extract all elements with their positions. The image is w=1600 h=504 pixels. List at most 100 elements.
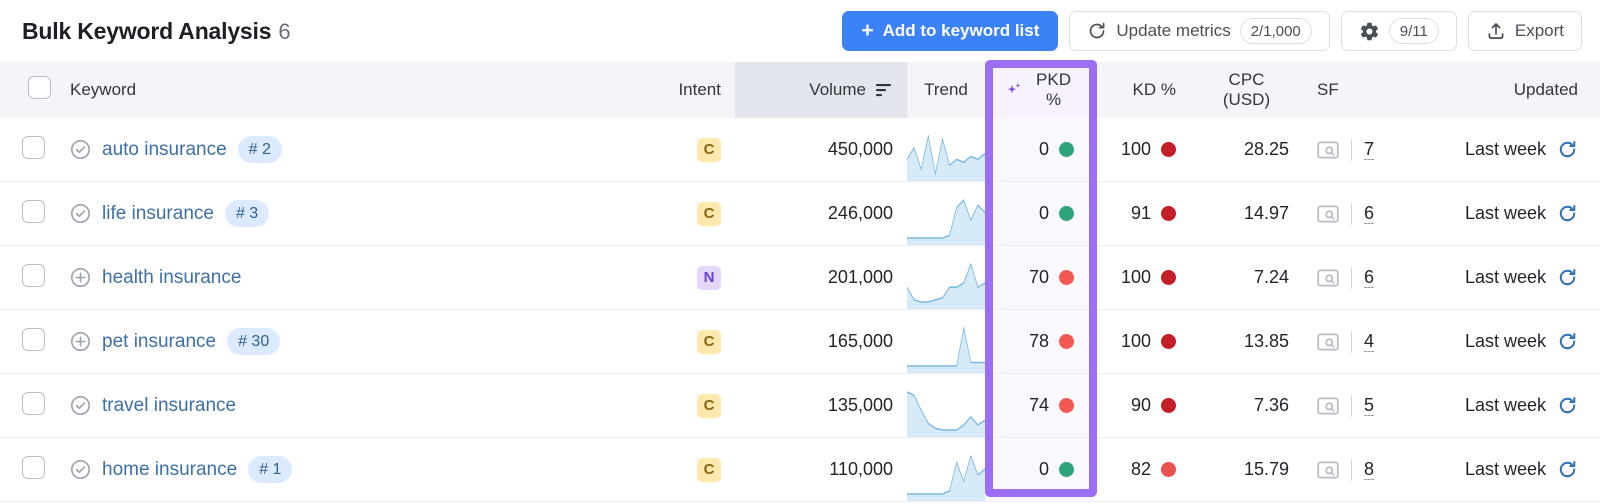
plus-circle-icon[interactable] (70, 331, 91, 352)
keyword-link[interactable]: travel insurance (102, 395, 236, 417)
keyword-cell: home insurance # 1 (56, 437, 636, 502)
export-button[interactable]: Export (1467, 11, 1582, 51)
header-cpc[interactable]: CPC (USD) (1190, 62, 1303, 118)
sf-value[interactable]: 6 (1364, 203, 1375, 225)
sf-value[interactable]: 6 (1364, 267, 1375, 289)
header-trend[interactable]: Trend (907, 62, 985, 118)
row-select-cell (0, 181, 56, 246)
trend-cell (907, 245, 985, 310)
keyword-cell: health insurance (56, 245, 636, 310)
sf-value[interactable]: 5 (1364, 395, 1375, 417)
keyword-link[interactable]: life insurance (102, 203, 214, 225)
check-circle-icon[interactable] (70, 139, 91, 160)
refresh-icon[interactable] (1557, 139, 1578, 160)
kd-difficulty-dot (1161, 398, 1176, 413)
row-select-cell (0, 437, 56, 502)
table-header: Keyword Intent Volume Trend PKD % KD % C… (0, 62, 1600, 118)
intent-badge[interactable]: C (697, 457, 721, 482)
serp-preview-icon[interactable] (1317, 332, 1339, 352)
table-row[interactable]: pet insurance # 30 C 165,000 78 100 13.85 4 Last… (0, 309, 1600, 374)
add-to-keyword-list-button[interactable]: + Add to keyword list (842, 11, 1059, 51)
serp-preview-icon[interactable] (1317, 396, 1339, 416)
trend-cell (907, 118, 985, 182)
refresh-icon[interactable] (1557, 331, 1578, 352)
intent-badge[interactable]: C (697, 393, 721, 418)
check-circle-icon[interactable] (70, 395, 91, 416)
refresh-icon[interactable] (1557, 459, 1578, 480)
table-row[interactable]: home insurance # 1 C 110,000 0 82 15.79 8 Last w… (0, 437, 1600, 502)
refresh-icon[interactable] (1557, 203, 1578, 224)
row-checkbox[interactable] (22, 327, 45, 351)
header-keyword[interactable]: Keyword (56, 62, 636, 118)
keyword-link[interactable]: home insurance (102, 459, 237, 481)
kd-cell: 90 (1094, 373, 1190, 438)
table-row[interactable]: auto insurance # 2 C 450,000 0 100 28.25 7 Last … (0, 118, 1600, 182)
kd-difficulty-dot (1161, 462, 1176, 477)
row-select-cell (0, 373, 56, 438)
intent-cell: C (636, 373, 735, 438)
kd-value: 82 (1130, 459, 1151, 479)
toolbar-actions: + Add to keyword list Update metrics 2/1… (842, 11, 1582, 51)
pkd-difficulty-dot (1059, 398, 1074, 413)
row-checkbox[interactable] (22, 199, 45, 223)
sf-cell: 4 (1303, 309, 1423, 374)
table-row[interactable]: travel insurance C 135,000 74 90 7.36 5 Last we… (0, 373, 1600, 438)
keyword-link[interactable]: health insurance (102, 267, 241, 289)
trend-cell (907, 309, 985, 374)
check-circle-icon[interactable] (70, 459, 91, 480)
header-sf[interactable]: SF (1303, 62, 1423, 118)
sf-divider (1351, 202, 1352, 225)
header-kd[interactable]: KD % (1094, 62, 1190, 118)
cpc-cell: 28.25 (1190, 118, 1303, 182)
pkd-value: 0 (1038, 203, 1049, 223)
serp-preview-icon[interactable] (1317, 140, 1339, 160)
serp-preview-icon[interactable] (1317, 268, 1339, 288)
header-row: Keyword Intent Volume Trend PKD % KD % C… (0, 62, 1600, 118)
intent-badge[interactable]: C (697, 329, 721, 354)
updated-cell: Last week (1423, 437, 1600, 502)
intent-cell: N (636, 245, 735, 310)
sf-value[interactable]: 8 (1364, 459, 1375, 481)
intent-badge[interactable]: N (697, 265, 721, 290)
table-row[interactable]: health insurance N 201,000 70 100 7.24 6 Last w… (0, 245, 1600, 310)
update-metrics-button[interactable]: Update metrics 2/1,000 (1069, 11, 1330, 51)
kd-value: 90 (1130, 395, 1151, 415)
kd-cell: 100 (1094, 245, 1190, 310)
select-all-checkbox[interactable] (27, 76, 51, 99)
row-checkbox[interactable] (22, 391, 45, 415)
row-checkbox[interactable] (22, 263, 45, 287)
updated-cell: Last week (1423, 181, 1600, 246)
pkd-difficulty-dot (1059, 206, 1074, 221)
header-pkd[interactable]: PKD % (985, 62, 1094, 118)
pkd-value: 0 (1038, 459, 1049, 479)
intent-cell: C (636, 181, 735, 246)
sf-value[interactable]: 7 (1364, 139, 1375, 161)
refresh-icon[interactable] (1557, 267, 1578, 288)
keyword-link[interactable]: pet insurance (102, 331, 216, 353)
sort-descending-icon[interactable] (875, 83, 893, 97)
pkd-difficulty-dot (1059, 270, 1074, 285)
sf-cell: 6 (1303, 245, 1423, 310)
row-checkbox[interactable] (22, 455, 45, 479)
kd-difficulty-dot (1161, 270, 1176, 285)
check-circle-icon[interactable] (70, 203, 91, 224)
add-to-keyword-list-label: Add to keyword list (882, 21, 1040, 40)
sf-cell: 7 (1303, 118, 1423, 182)
header-intent[interactable]: Intent (636, 62, 735, 118)
header-updated[interactable]: Updated (1423, 62, 1600, 118)
header-volume[interactable]: Volume (735, 62, 907, 118)
serp-preview-icon[interactable] (1317, 460, 1339, 480)
intent-badge[interactable]: C (697, 137, 721, 162)
metrics-settings-button[interactable]: 9/11 (1340, 11, 1457, 51)
pkd-difficulty-dot (1059, 334, 1074, 349)
table-row[interactable]: life insurance # 3 C 246,000 0 91 14.97 6 Last w… (0, 181, 1600, 246)
intent-badge[interactable]: C (697, 201, 721, 226)
plus-circle-icon[interactable] (70, 267, 91, 288)
serp-preview-icon[interactable] (1317, 204, 1339, 224)
row-checkbox[interactable] (22, 135, 45, 159)
keyword-link[interactable]: auto insurance (102, 139, 227, 161)
refresh-icon[interactable] (1557, 395, 1578, 416)
sf-value[interactable]: 4 (1364, 331, 1375, 353)
page-title-count: 6 (278, 18, 291, 44)
cpc-cell: 13.85 (1190, 309, 1303, 374)
